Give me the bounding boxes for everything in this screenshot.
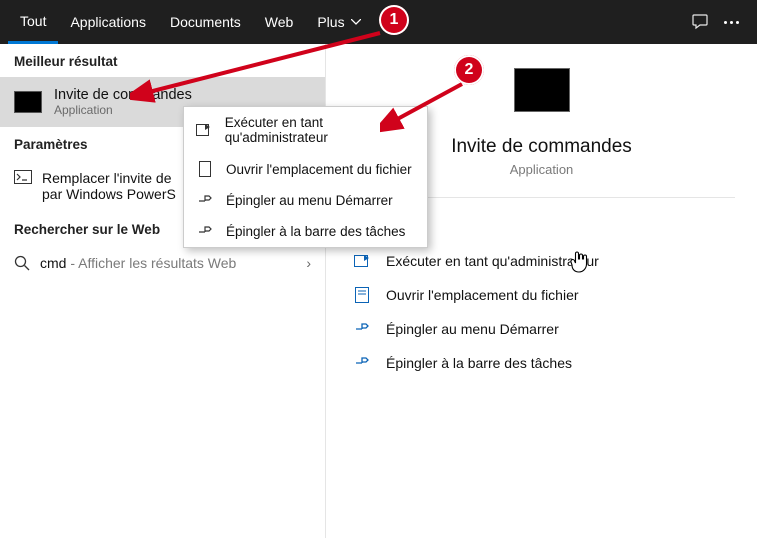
- hand-cursor-icon: [569, 250, 591, 274]
- cm-pin-taskbar[interactable]: Épingler à la barre des tâches: [184, 216, 427, 247]
- best-result-header: Meilleur résultat: [0, 44, 325, 77]
- tab-all[interactable]: Tout: [8, 0, 58, 44]
- action-open-location[interactable]: Ouvrir l'emplacement du fichier: [348, 278, 735, 312]
- action-pin-start-label: Épingler au menu Démarrer: [386, 321, 559, 337]
- tab-more-label: Plus: [317, 14, 344, 30]
- annotation-badge-1: 1: [379, 5, 409, 35]
- detail-title: Invite de commandes: [451, 136, 632, 158]
- action-pin-taskbar[interactable]: Épingler à la barre des tâches: [348, 346, 735, 380]
- cm-run-admin[interactable]: Exécuter en tant qu'administrateur: [184, 107, 427, 153]
- tab-web[interactable]: Web: [253, 0, 306, 44]
- best-result-title: Invite de commandes: [54, 87, 192, 103]
- cm-pin-start[interactable]: Épingler au menu Démarrer: [184, 185, 427, 216]
- chevron-right-icon: ›: [306, 255, 311, 271]
- cm-open-location-label: Ouvrir l'emplacement du fichier: [226, 162, 412, 177]
- action-run-admin-label: Exécuter en tant qu'administrateur: [386, 253, 599, 269]
- action-pin-start[interactable]: Épingler au menu Démarrer: [348, 312, 735, 346]
- tab-apps[interactable]: Applications: [58, 0, 158, 44]
- cm-run-admin-label: Exécuter en tant qu'administrateur: [225, 115, 415, 145]
- pin-taskbar-icon: [354, 355, 370, 371]
- web-query: cmd: [40, 255, 66, 271]
- best-result-subtitle: Application: [54, 103, 192, 117]
- action-pin-taskbar-label: Épingler à la barre des tâches: [386, 355, 572, 371]
- web-suffix: - Afficher les résultats Web: [66, 255, 236, 271]
- context-menu: Exécuter en tant qu'administrateur Ouvri…: [183, 106, 428, 248]
- pin-taskbar-icon: [197, 225, 213, 239]
- tab-docs[interactable]: Documents: [158, 0, 253, 44]
- setting-line1: Remplacer l'invite de: [42, 170, 176, 186]
- tab-more[interactable]: Plus: [305, 0, 372, 44]
- feedback-icon[interactable]: [690, 12, 710, 32]
- folder-icon: [199, 161, 211, 177]
- detail-app-icon: [514, 68, 570, 112]
- shield-icon: [354, 253, 370, 269]
- chevron-down-icon: [351, 19, 361, 25]
- action-run-admin[interactable]: Exécuter en tant qu'administrateur: [348, 244, 735, 278]
- annotation-badge-2: 2: [454, 55, 484, 85]
- cm-pin-taskbar-label: Épingler à la barre des tâches: [226, 224, 405, 239]
- cmd-icon: [14, 91, 42, 113]
- pin-start-icon: [354, 321, 370, 337]
- cm-pin-start-label: Épingler au menu Démarrer: [226, 193, 393, 208]
- pin-start-icon: [197, 194, 213, 208]
- terminal-icon: [14, 170, 32, 184]
- web-search-item[interactable]: cmd - Afficher les résultats Web ›: [0, 245, 325, 281]
- search-icon: [14, 255, 30, 271]
- detail-subtitle: Application: [510, 162, 574, 177]
- more-options-icon[interactable]: [724, 21, 739, 24]
- folder-icon: [355, 287, 369, 303]
- cm-open-location[interactable]: Ouvrir l'emplacement du fichier: [184, 153, 427, 185]
- setting-line2: par Windows PowerS: [42, 186, 176, 202]
- shield-icon: [196, 123, 212, 137]
- action-open-location-label: Ouvrir l'emplacement du fichier: [386, 287, 579, 303]
